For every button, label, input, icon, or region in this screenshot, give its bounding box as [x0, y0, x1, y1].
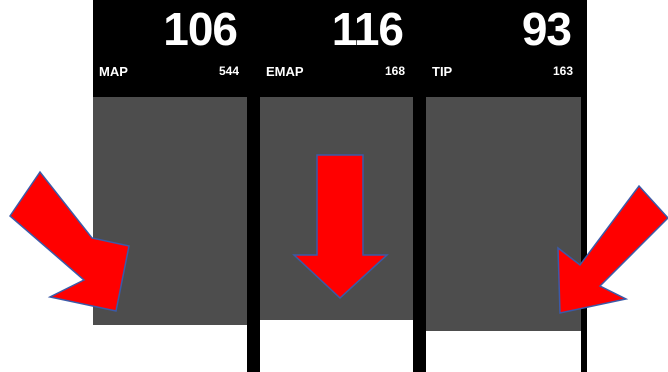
emap-label: EMAP [266, 64, 304, 79]
map-value: 106 [163, 3, 238, 55]
map-column [93, 97, 247, 325]
emap-level [260, 320, 413, 372]
tip-label: TIP [432, 64, 453, 79]
map-sub-value: 544 [218, 64, 239, 78]
tip-value: 93 [521, 3, 572, 55]
emap-column [260, 97, 413, 320]
tip-sub-value: 163 [552, 64, 573, 78]
emap-sub-value: 168 [384, 64, 405, 78]
emap-value: 116 [331, 3, 404, 55]
tip-column [426, 97, 581, 331]
monitor-panels: 106 MAP 544 116 EMAP 168 93 TIP 163 [93, 0, 587, 372]
map-label: MAP [99, 64, 128, 79]
panel-map: 106 MAP 544 [93, 0, 247, 372]
panel-emap: 116 EMAP 168 [260, 0, 413, 372]
tip-level [426, 331, 581, 372]
panel-tip: 93 TIP 163 [426, 0, 581, 372]
map-level [93, 325, 247, 372]
